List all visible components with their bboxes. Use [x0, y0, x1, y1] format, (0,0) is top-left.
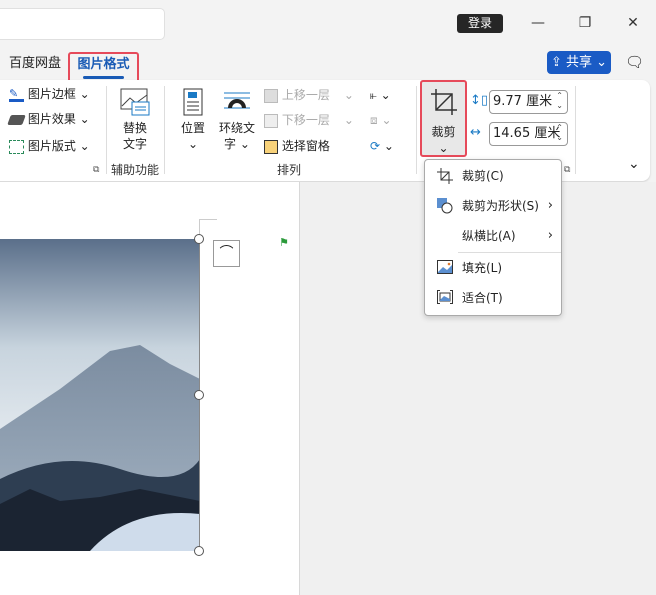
wrap-text-button[interactable]: 环绕文字 ⌄ — [217, 88, 257, 152]
comments-icon[interactable]: 🗨 — [625, 53, 644, 71]
bring-forward-button[interactable]: 上移一层 ⌄ — [264, 86, 354, 104]
rotate-button[interactable]: ⟳ ⌄ — [370, 137, 394, 155]
collapse-ribbon-button[interactable]: ⌄ — [628, 156, 640, 172]
spinner-icon[interactable]: ⌃ ⌄ — [556, 91, 563, 111]
resize-handle[interactable] — [194, 546, 204, 556]
anchor-icon: ⚑ — [279, 236, 289, 249]
selection-pane-icon — [264, 139, 278, 154]
crop-icon — [430, 89, 457, 115]
menu-item-fit[interactable]: 适合(T) — [425, 285, 561, 311]
layout-options-icon[interactable]: ⌒ — [213, 240, 240, 267]
label: 替换 — [122, 121, 147, 135]
layout-icon — [9, 139, 24, 154]
label: 适合(T) — [462, 291, 503, 305]
menu-item-crop[interactable]: 裁剪(C) — [425, 163, 561, 189]
label: 图片效果 — [27, 112, 76, 126]
chevron-down-icon: ⌄ — [596, 55, 608, 70]
share-label: 共享 — [565, 55, 592, 70]
position-icon — [183, 88, 203, 116]
send-backward-button[interactable]: 下移一层 ⌄ — [264, 111, 354, 129]
picture-layout-button[interactable]: 图片版式 ⌄ — [9, 137, 90, 155]
share-button[interactable]: ⇪ 共享 ⌄ — [547, 51, 611, 74]
label: 位置 — [180, 121, 205, 135]
search-box[interactable] — [0, 8, 165, 40]
dialog-launcher-icon[interactable]: ⧉ — [93, 165, 99, 175]
wrap-text-icon — [224, 92, 250, 109]
size-dialog-launcher-icon[interactable]: ⧉ — [564, 165, 570, 175]
shape-icon — [437, 198, 453, 214]
resize-handle[interactable] — [194, 390, 204, 400]
label: 上移一层 — [281, 88, 330, 102]
minimize-button[interactable]: — — [523, 10, 553, 36]
fill-icon — [437, 260, 453, 274]
picture[interactable] — [0, 239, 200, 551]
label: 裁剪(C) — [462, 169, 504, 183]
label: 填充(L) — [462, 261, 503, 275]
crop-dropdown-menu: 裁剪(C) 裁剪为形状(S) › 纵横比(A) › 填充(L) 适合(T) — [424, 159, 562, 316]
group-icon: ⧈ — [370, 113, 378, 127]
spinner-icon[interactable]: ⌃ ⌄ — [556, 123, 563, 143]
width-input[interactable]: 14.65 厘米 ⌃ ⌄ — [489, 122, 568, 146]
menu-item-aspect-ratio[interactable]: 纵横比(A) › — [425, 223, 561, 249]
picture-border-button[interactable]: ✎ 图片边框 ⌄ — [9, 85, 90, 103]
align-button[interactable]: ⫦ ⌄ — [370, 86, 391, 104]
rotate-icon: ⟳ — [370, 139, 381, 153]
fit-icon — [437, 290, 453, 304]
chevron-right-icon: › — [547, 198, 553, 213]
group-label-arrange: 排列 — [277, 163, 302, 177]
label: 裁剪为形状(S) — [462, 199, 539, 213]
width-icon: ↔ — [470, 125, 481, 140]
align-icon: ⫦ — [370, 88, 377, 102]
position-button[interactable]: 位置 ⌄ — [178, 88, 208, 152]
label: 环绕文 — [218, 121, 255, 135]
label: 裁剪 — [431, 125, 456, 139]
height-input[interactable]: 9.77 厘米 ⌃ ⌄ — [489, 90, 568, 114]
pen-icon: ✎ — [9, 88, 24, 102]
menu-item-fill[interactable]: 填充(L) — [425, 255, 561, 281]
value: 9.77 厘米 — [493, 94, 553, 109]
value: 14.65 厘米 — [493, 126, 561, 141]
label: 纵横比(A) — [462, 229, 516, 243]
crop-icon — [437, 168, 453, 184]
tab-label: 图片格式 — [77, 57, 130, 72]
group-button[interactable]: ⧈ ⌄ — [370, 111, 392, 129]
label: 字 — [224, 137, 237, 151]
label: 选择窗格 — [281, 139, 330, 153]
restore-button[interactable]: ❐ — [570, 10, 600, 36]
alt-text-icon — [120, 88, 150, 116]
close-button[interactable]: ✕ — [618, 10, 648, 36]
label: 图片边框 — [27, 87, 76, 101]
picture-effects-button[interactable]: 图片效果 ⌄ — [7, 110, 90, 128]
label: 文字 — [122, 137, 147, 151]
tab-baidu-netdisk[interactable]: 百度网盘 — [9, 53, 61, 75]
group-label-accessibility: 辅助功能 — [111, 163, 160, 177]
eraser-icon — [7, 114, 26, 125]
send-backward-icon — [264, 113, 278, 128]
bring-forward-icon — [264, 88, 278, 103]
selection-pane-button[interactable]: 选择窗格 — [264, 137, 330, 155]
chevron-right-icon: › — [547, 228, 553, 243]
label: 图片版式 — [27, 139, 76, 153]
height-icon: ↕▯ — [470, 93, 489, 108]
share-icon: ⇪ — [550, 55, 566, 70]
alt-text-button[interactable]: 替换 文字 — [116, 88, 154, 152]
crop-button[interactable]: 裁剪 ⌄ — [420, 80, 467, 157]
resize-handle[interactable] — [194, 234, 204, 244]
login-button[interactable]: 登录 — [457, 14, 503, 33]
menu-item-crop-to-shape[interactable]: 裁剪为形状(S) › — [425, 193, 561, 219]
label: 下移一层 — [281, 113, 330, 127]
